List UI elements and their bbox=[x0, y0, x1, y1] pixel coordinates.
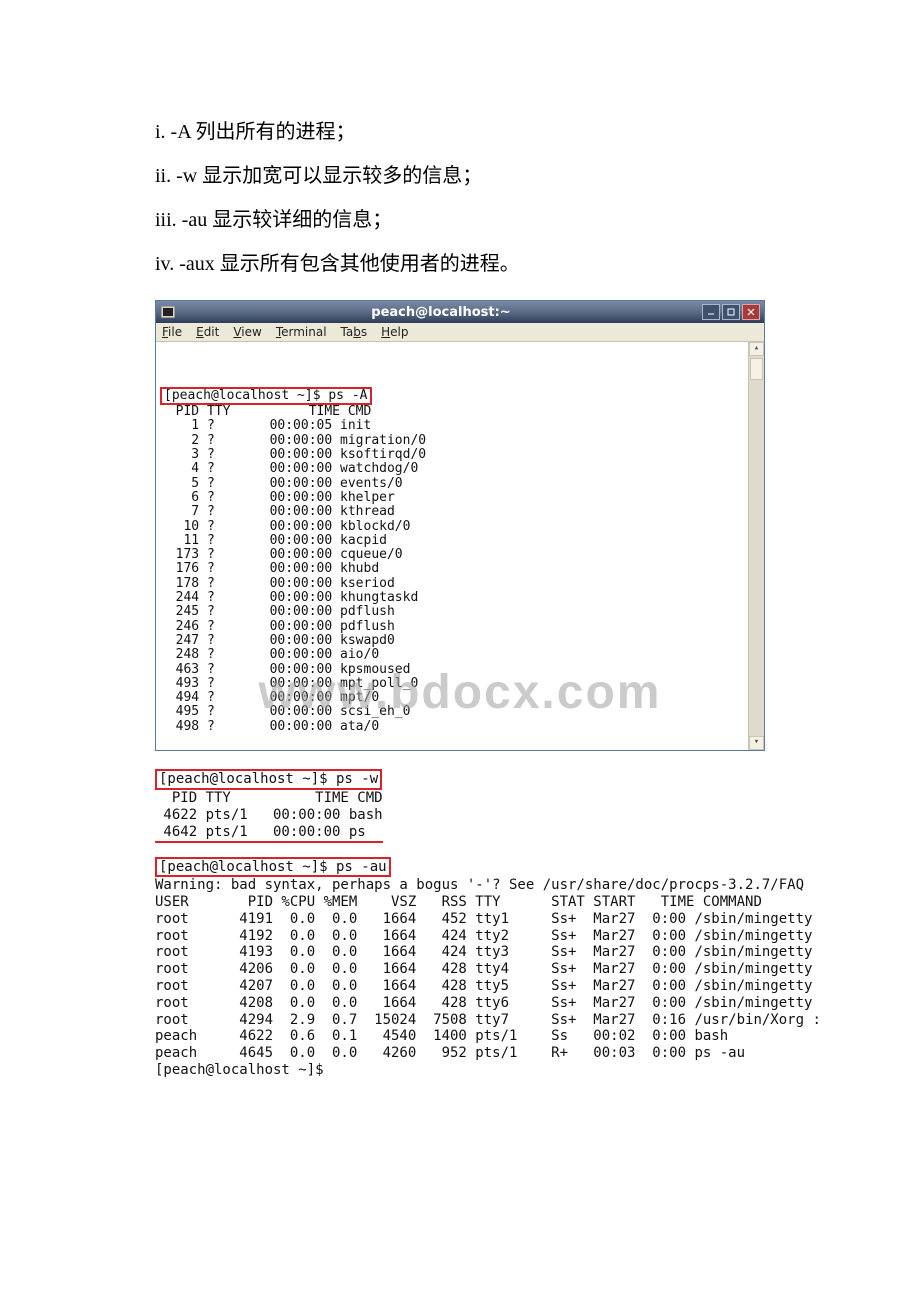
ps-w-block: [peach@localhost ~]$ ps -w PID TTY TIME … bbox=[155, 769, 765, 842]
scroll-track[interactable] bbox=[749, 356, 764, 736]
menu-tabs[interactable]: Tabs bbox=[341, 325, 368, 339]
menu-help[interactable]: Help bbox=[381, 325, 408, 339]
window-title: peach@localhost:~ bbox=[180, 305, 702, 320]
doc-line-iii: iii. -au 显示较详细的信息； bbox=[155, 198, 765, 242]
close-button[interactable] bbox=[742, 304, 760, 320]
menu-file[interactable]: File bbox=[162, 325, 182, 339]
ps-au-block: [peach@localhost ~]$ ps -au Warning: bad… bbox=[155, 857, 765, 1079]
minimize-button[interactable] bbox=[702, 304, 720, 320]
doc-line-i: i. -A 列出所有的进程； bbox=[155, 110, 765, 154]
scroll-down-button[interactable]: ▾ bbox=[749, 736, 764, 750]
highlighted-command-psau: [peach@localhost ~]$ ps -au bbox=[155, 857, 391, 878]
ps-rows: 1 ? 00:00:05 init 2 ? 00:00:00 migration… bbox=[160, 418, 426, 733]
scroll-thumb[interactable] bbox=[750, 358, 763, 380]
doc-line-iv: iv. -aux 显示所有包含其他使用者的进程。 bbox=[155, 242, 765, 286]
menu-view[interactable]: View bbox=[233, 325, 261, 339]
highlighted-command-psA: [peach@localhost ~]$ ps -A bbox=[160, 387, 372, 405]
doc-line-ii: ii. -w 显示加宽可以显示较多的信息； bbox=[155, 154, 765, 198]
window-titlebar: peach@localhost:~ bbox=[156, 301, 764, 323]
menu-edit[interactable]: Edit bbox=[196, 325, 219, 339]
maximize-button[interactable] bbox=[722, 304, 740, 320]
menubar: File Edit View Terminal Tabs Help bbox=[156, 323, 764, 341]
ps-header: PID TTY TIME CMD bbox=[160, 404, 371, 419]
scroll-up-button[interactable]: ▴ bbox=[749, 342, 764, 356]
terminal-window: peach@localhost:~ File Edit View Termina… bbox=[155, 300, 765, 751]
terminal-body[interactable]: ▴ ▾ www.bdocx.com [peach@localhost ~]$ p… bbox=[156, 341, 764, 750]
highlighted-command-psw: [peach@localhost ~]$ ps -w bbox=[155, 769, 382, 790]
scrollbar[interactable]: ▴ ▾ bbox=[748, 342, 764, 750]
terminal-icon bbox=[160, 304, 176, 320]
menu-terminal[interactable]: Terminal bbox=[276, 325, 327, 339]
